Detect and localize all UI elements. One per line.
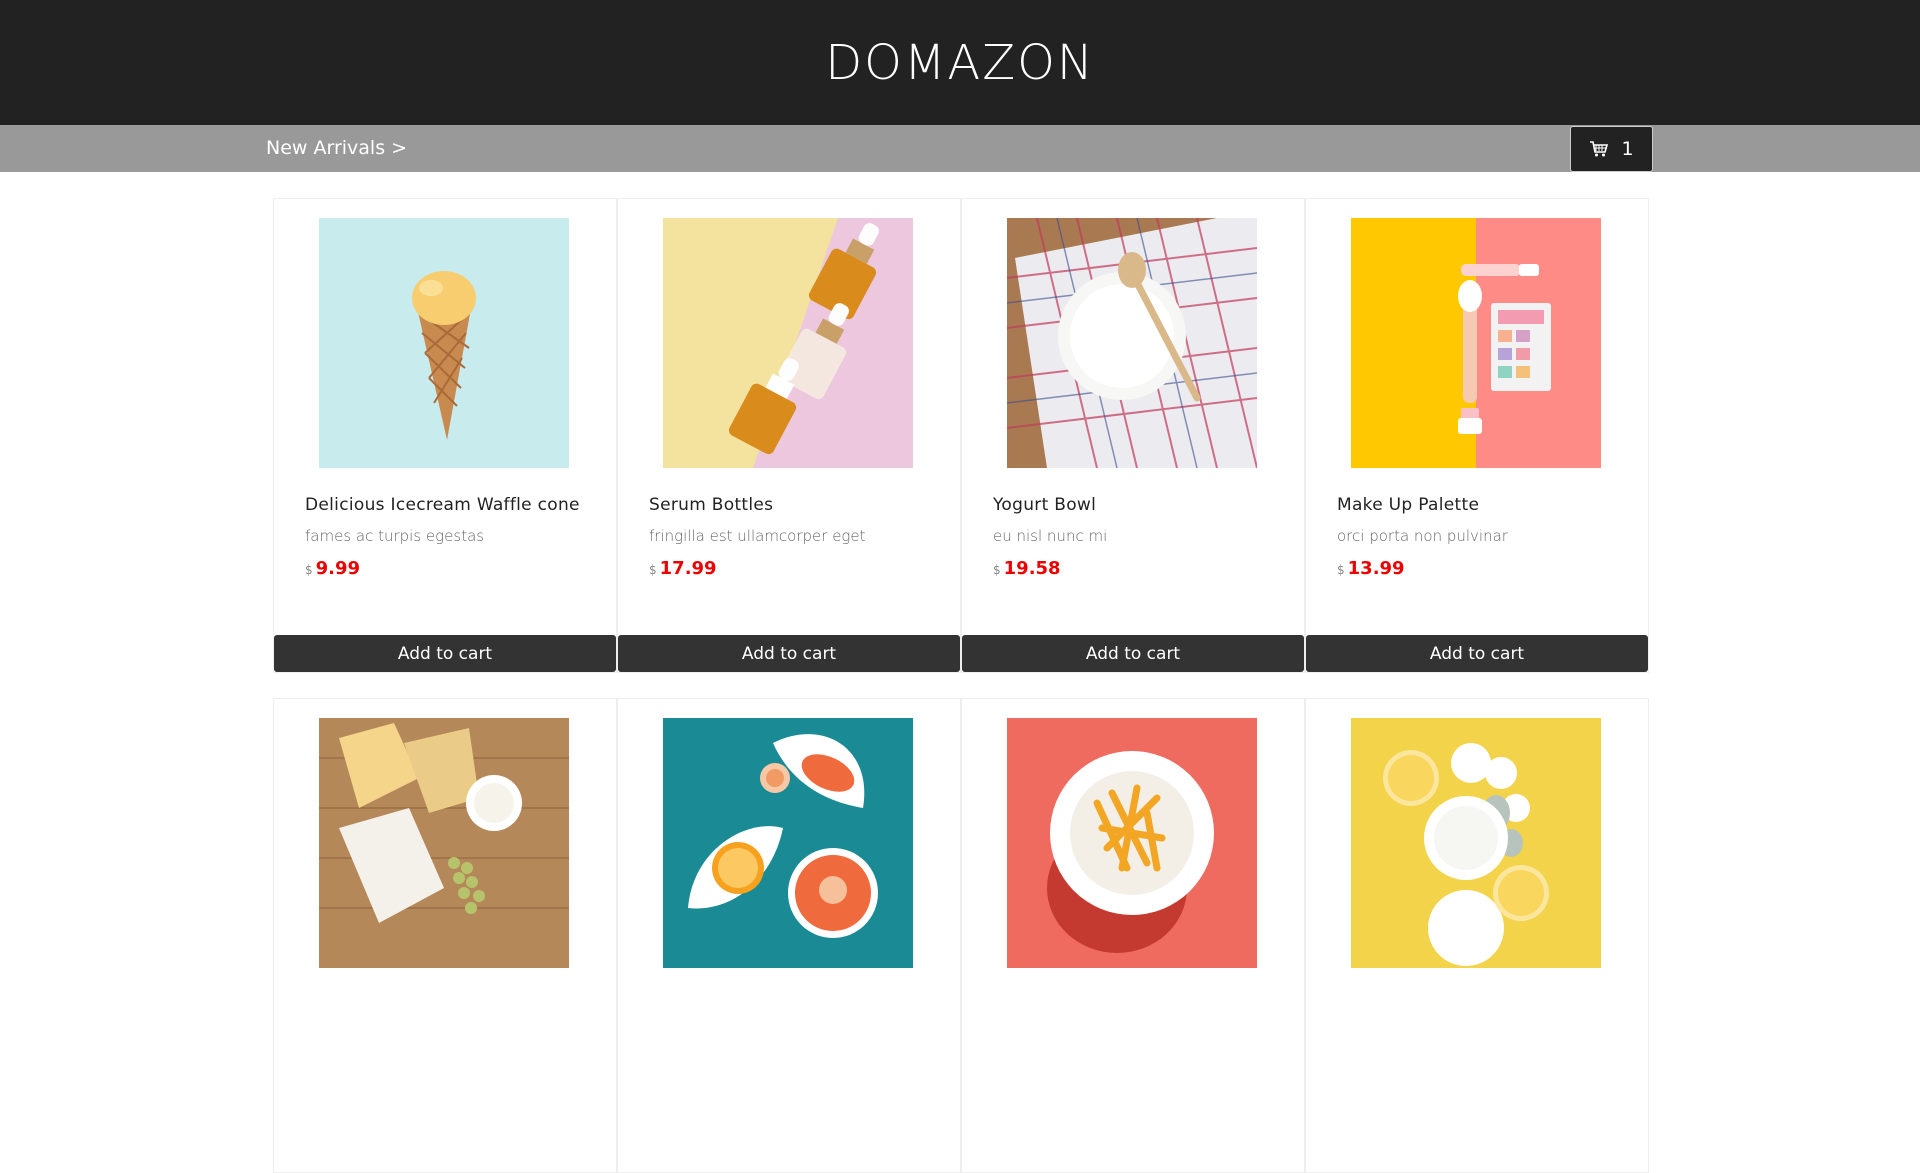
product-card: Serum Bottles fringilla est ullamcorper … xyxy=(617,198,961,673)
product-name[interactable]: Yogurt Bowl xyxy=(993,495,1096,515)
product-image-yogurt[interactable] xyxy=(1007,218,1257,468)
product-card: Yogurt Bowl eu nisl nunc mi $19.58 Add t… xyxy=(961,198,1305,673)
product-description: fringilla est ullamcorper eget xyxy=(649,527,866,545)
sub-navigation-bar: New Arrivals > 1 xyxy=(0,125,1920,172)
product-image-icecream[interactable] xyxy=(319,218,569,468)
currency-symbol: $ xyxy=(993,563,1001,577)
add-to-cart-button[interactable]: Add to cart xyxy=(274,635,616,672)
currency-symbol: $ xyxy=(305,563,313,577)
product-description: eu nisl nunc mi xyxy=(993,527,1108,545)
add-to-cart-button[interactable]: Add to cart xyxy=(1306,635,1648,672)
add-to-cart-button[interactable]: Add to cart xyxy=(962,635,1304,672)
cart-count: 1 xyxy=(1621,138,1634,160)
product-description: fames ac turpis egestas xyxy=(305,527,485,545)
product-name[interactable]: Delicious Icecream Waffle cone xyxy=(305,495,580,515)
currency-symbol: $ xyxy=(649,563,657,577)
site-header: DOMAZON xyxy=(0,0,1920,125)
product-grid: Delicious Icecream Waffle cone fames ac … xyxy=(273,198,1649,1173)
price-value: 13.99 xyxy=(1347,558,1405,579)
product-image-serum[interactable] xyxy=(663,218,913,468)
product-image-makeup[interactable] xyxy=(1351,218,1601,468)
breadcrumb-new-arrivals[interactable]: New Arrivals > xyxy=(266,125,407,172)
product-card xyxy=(961,698,1305,1173)
product-name[interactable]: Make Up Palette xyxy=(1337,495,1479,515)
add-to-cart-button[interactable]: Add to cart xyxy=(618,635,960,672)
brand-logo[interactable]: DOMAZON xyxy=(825,35,1095,91)
product-card xyxy=(273,698,617,1173)
product-card: Make Up Palette orci porta non pulvinar … xyxy=(1305,198,1649,673)
product-card: Delicious Icecream Waffle cone fames ac … xyxy=(273,198,617,673)
shopping-cart-icon xyxy=(1590,141,1609,157)
price-value: 9.99 xyxy=(315,558,361,579)
product-card xyxy=(617,698,961,1173)
product-description: orci porta non pulvinar xyxy=(1337,527,1508,545)
product-image-cream-jar[interactable] xyxy=(1351,718,1601,968)
product-price: $9.99 xyxy=(305,558,360,579)
currency-symbol: $ xyxy=(1337,563,1345,577)
product-image-fries[interactable] xyxy=(1007,718,1257,968)
product-card xyxy=(1305,698,1649,1173)
cart-button[interactable]: 1 xyxy=(1570,126,1653,172)
product-image-cheese[interactable] xyxy=(319,718,569,968)
product-price: $13.99 xyxy=(1337,558,1405,579)
price-value: 17.99 xyxy=(659,558,717,579)
product-price: $19.58 xyxy=(993,558,1061,579)
price-value: 19.58 xyxy=(1003,558,1061,579)
product-image-bath-salts[interactable] xyxy=(663,718,913,968)
product-price: $17.99 xyxy=(649,558,717,579)
product-name[interactable]: Serum Bottles xyxy=(649,495,773,515)
